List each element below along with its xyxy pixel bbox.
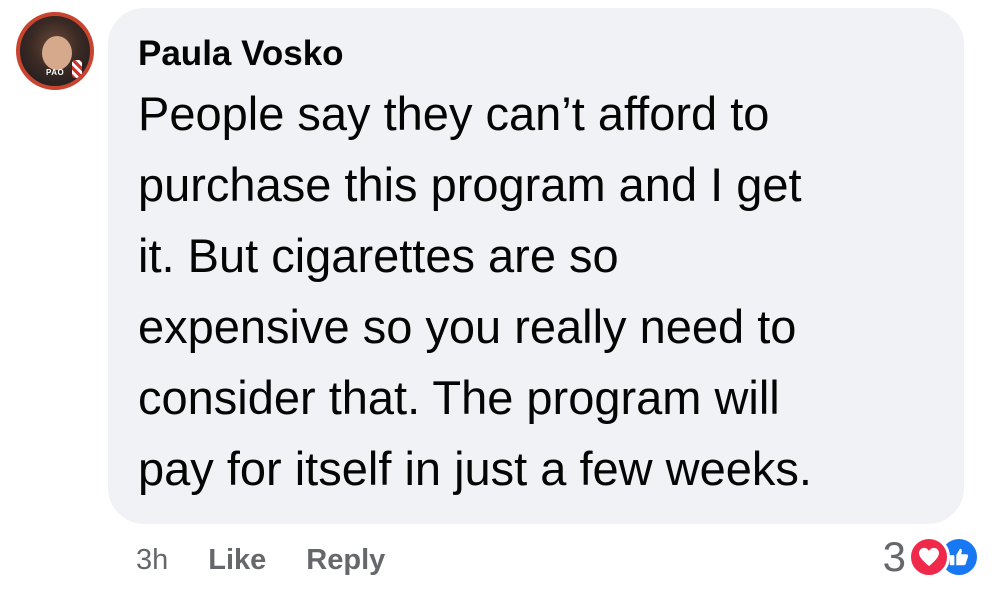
comment: PAO Paula Vosko People say they can’t af… — [0, 0, 1000, 592]
avatar-ribbon — [72, 60, 82, 78]
comment-author[interactable]: Paula Vosko — [138, 32, 934, 76]
comment-timestamp[interactable]: 3h — [136, 544, 168, 577]
avatar-badge-text: PAO — [46, 68, 65, 77]
avatar-face — [42, 36, 72, 70]
like-button[interactable]: Like — [208, 544, 266, 577]
comment-actions: 3h Like Reply — [136, 540, 425, 580]
comment-bubble: Paula Vosko People say they can’t afford… — [108, 8, 964, 524]
reply-button[interactable]: Reply — [306, 544, 385, 577]
comment-text: People say they can’t afford to purchase… — [138, 87, 812, 495]
reaction-count: 3 — [882, 533, 906, 580]
heart-icon — [908, 536, 950, 578]
reaction-summary[interactable]: 3 — [883, 532, 980, 582]
avatar[interactable]: PAO — [16, 12, 94, 90]
